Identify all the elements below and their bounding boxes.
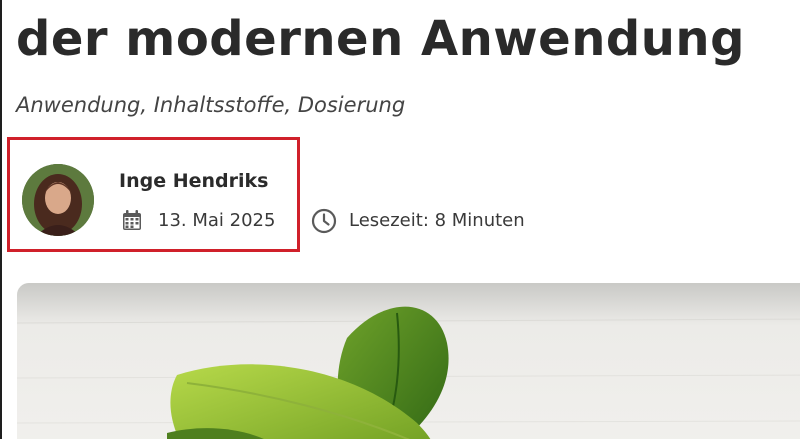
- author-avatar[interactable]: [22, 164, 94, 236]
- article-hero-image: [17, 283, 800, 439]
- author-name[interactable]: Inge Hendriks: [119, 168, 268, 194]
- calendar-icon: [120, 208, 144, 232]
- clock-icon: [311, 208, 337, 234]
- article-title: der modernen Anwendung: [16, 11, 745, 67]
- publish-date-text: 13. Mai 2025: [158, 209, 276, 231]
- reading-time-text: Lesezeit: 8 Minuten: [349, 209, 525, 231]
- article-page: der modernen Anwendung Anwendung, Inhalt…: [0, 0, 800, 439]
- article-subtitle: Anwendung, Inhaltsstoffe, Dosierung: [16, 93, 406, 117]
- publish-date: 13. Mai 2025: [120, 206, 275, 234]
- reading-time: Lesezeit: 8 Minuten: [311, 206, 525, 234]
